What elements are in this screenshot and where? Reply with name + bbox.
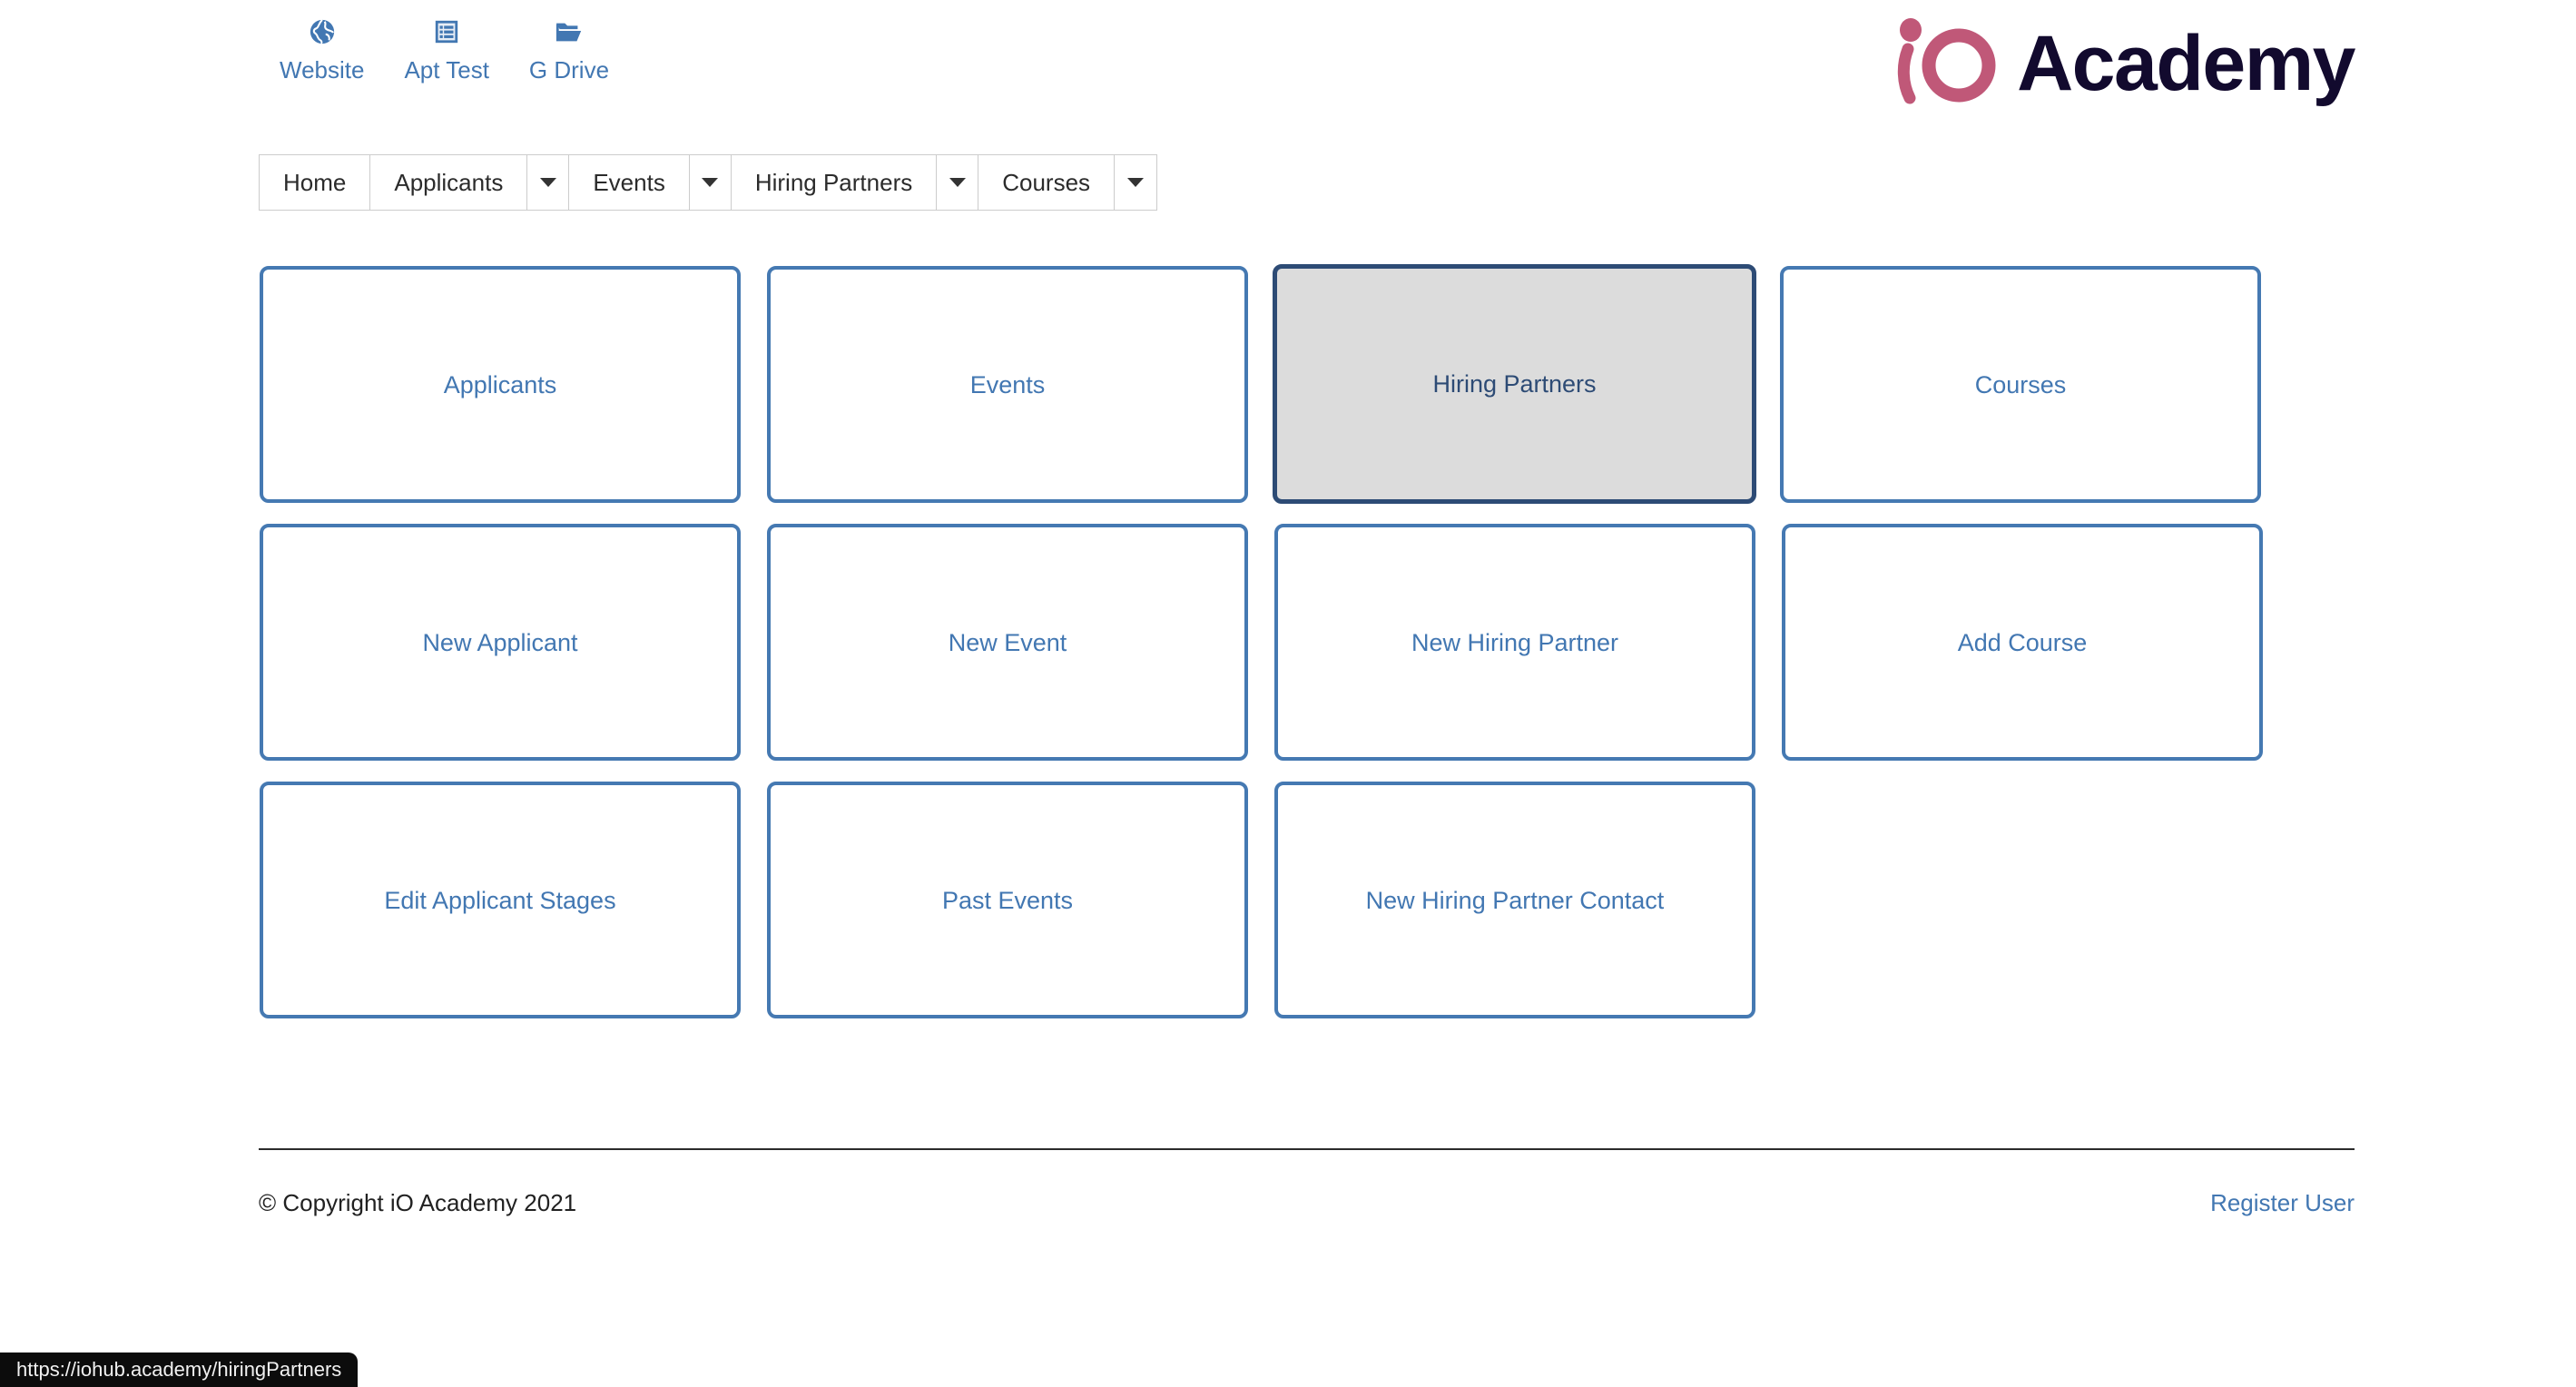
nav-dropdown-applicants[interactable]: [527, 155, 570, 210]
card-add-course[interactable]: Add Course: [1782, 524, 2263, 761]
io-logo-mark: [1893, 17, 2010, 110]
card-courses[interactable]: Courses: [1780, 266, 2261, 503]
nav-dropdown-hiring-partners[interactable]: [937, 155, 979, 210]
quick-link-g-drive[interactable]: G Drive: [509, 13, 629, 85]
card-label: New Hiring Partner Contact: [1365, 886, 1665, 914]
card-edit-applicant-stages[interactable]: Edit Applicant Stages: [260, 782, 741, 1018]
nav-dropdown-courses[interactable]: [1115, 155, 1157, 210]
chevron-down-icon: [949, 178, 966, 187]
card-label: Past Events: [941, 886, 1074, 914]
card-events[interactable]: Events: [767, 266, 1248, 503]
card-label: New Applicant: [422, 628, 578, 656]
quick-link-label: Website: [280, 56, 365, 84]
card-label: Hiring Partners: [1432, 370, 1597, 398]
page-footer: © Copyright iO Academy 2021 Register Use…: [259, 1148, 2355, 1217]
card-label: Edit Applicant Stages: [384, 886, 616, 914]
card-label: New Hiring Partner: [1411, 628, 1619, 656]
open-folder-icon: [555, 13, 584, 51]
chevron-down-icon: [539, 178, 556, 187]
card-label: Courses: [1974, 370, 2067, 398]
footer-row: © Copyright iO Academy 2021 Register Use…: [259, 1150, 2355, 1217]
page-root: Website Apt Test G Drive Academy Home Ap…: [0, 0, 2576, 1387]
nav-item-hiring-partners[interactable]: Hiring Partners: [731, 155, 938, 210]
copyright-text: © Copyright iO Academy 2021: [259, 1189, 577, 1216]
card-new-event[interactable]: New Event: [767, 524, 1248, 761]
chevron-down-icon: [1127, 178, 1145, 187]
nav-item-home[interactable]: Home: [260, 155, 371, 210]
nav-item-events[interactable]: Events: [569, 155, 690, 210]
card-label: Add Course: [1957, 628, 2088, 656]
quick-link-label: Apt Test: [404, 56, 489, 84]
card-new-applicant[interactable]: New Applicant: [260, 524, 741, 761]
nav-item-label: Hiring Partners: [754, 168, 913, 196]
register-user-link[interactable]: Register User: [2210, 1188, 2355, 1217]
dashboard-card-grid: Applicants Events Hiring Partners Course…: [260, 264, 2355, 1018]
card-hiring-partners[interactable]: Hiring Partners: [1273, 264, 1756, 504]
browser-status-bar: https://iohub.academy/hiringPartners: [0, 1353, 359, 1387]
nav-item-label: Events: [593, 168, 665, 196]
list-form-icon: [433, 13, 460, 51]
status-bar-url: https://iohub.academy/hiringPartners: [16, 1358, 342, 1381]
card-new-hiring-partner-contact[interactable]: New Hiring Partner Contact: [1274, 782, 1755, 1018]
nav-item-applicants[interactable]: Applicants: [370, 155, 528, 210]
card-label: Events: [969, 370, 1046, 398]
quick-link-website[interactable]: Website: [260, 13, 384, 85]
nav-item-label: Applicants: [394, 168, 504, 196]
card-label: New Event: [948, 628, 1067, 656]
quick-link-label: G Drive: [528, 56, 610, 84]
card-new-hiring-partner[interactable]: New Hiring Partner: [1274, 524, 1755, 761]
card-applicants[interactable]: Applicants: [260, 266, 741, 503]
globe-icon: [309, 13, 336, 51]
nav-item-label: Courses: [1002, 168, 1091, 196]
card-label: Applicants: [443, 370, 557, 398]
card-slot-empty: [1782, 782, 2263, 1018]
nav-item-label: Home: [283, 168, 347, 196]
main-navigation: Home Applicants Events Hiring Partners C…: [259, 154, 1158, 211]
quick-links-bar: Website Apt Test G Drive: [260, 13, 629, 85]
card-past-events[interactable]: Past Events: [767, 782, 1248, 1018]
io-academy-logo: Academy: [1893, 17, 2355, 107]
nav-item-courses[interactable]: Courses: [978, 155, 1116, 210]
logo-wordmark: Academy: [2017, 20, 2355, 107]
quick-link-apt-test[interactable]: Apt Test: [384, 13, 508, 85]
chevron-down-icon: [702, 178, 719, 187]
nav-dropdown-events[interactable]: [689, 155, 732, 210]
